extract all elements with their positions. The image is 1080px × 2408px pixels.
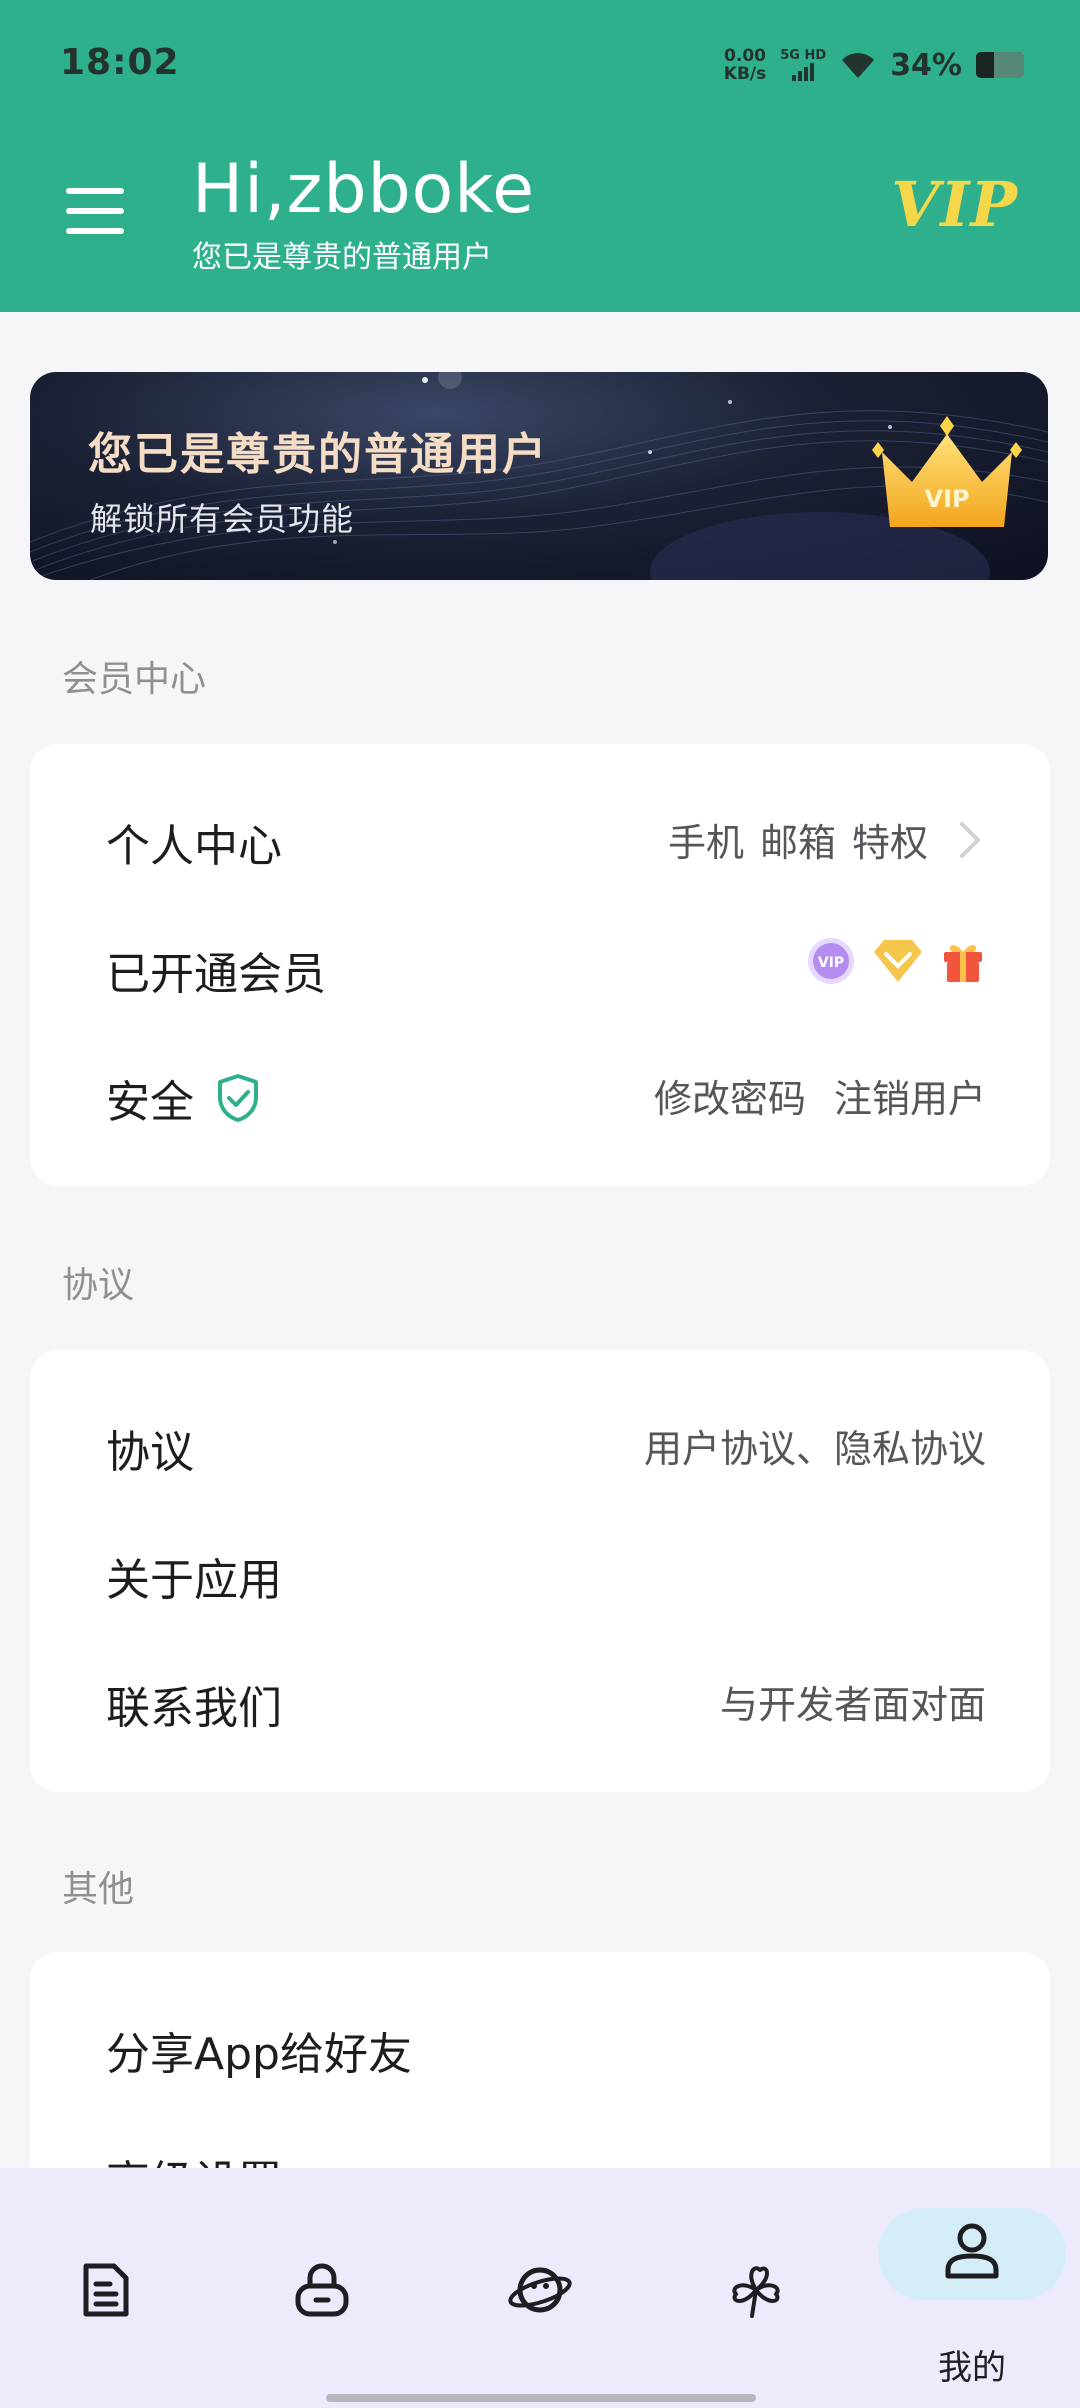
row-contact-us[interactable]: 联系我们 与开发者面对面: [30, 1632, 1050, 1760]
row-contact-us-value: 与开发者面对面: [719, 1683, 986, 1727]
crown-icon: VIP: [872, 416, 1022, 527]
network-type: 5G HD: [780, 48, 827, 63]
home-indicator[interactable]: [326, 2394, 756, 2402]
nav-tab-planet[interactable]: [440, 2168, 640, 2408]
row-personal-center[interactable]: 个人中心 手机 邮箱 特权: [30, 770, 1050, 898]
network-speed-unit: KB/s: [723, 64, 767, 84]
row-personal-center-label: 个人中心: [106, 821, 282, 872]
vip-logo[interactable]: VIP: [891, 168, 1018, 241]
row-contact-us-label: 联系我们: [106, 1683, 282, 1734]
nav-tab-documents[interactable]: [6, 2168, 206, 2408]
banner-title: 您已是尊贵的普通用户: [88, 429, 548, 480]
personal-value-privilege: 特权: [851, 821, 928, 865]
row-share-app-label: 分享App给好友: [106, 2029, 412, 2080]
personal-value-email: 邮箱: [759, 821, 836, 865]
battery-icon: [976, 52, 1024, 78]
nav-tab-mine-label: 我的: [938, 2348, 1006, 2388]
row-share-app[interactable]: 分享App给好友: [30, 1978, 1050, 2106]
gift-icon: [944, 945, 982, 982]
agreement-card: 协议 用户协议、隐私协议 关于应用 联系我们 与开发者面对面: [30, 1350, 1050, 1792]
greeting-subtitle: 您已是尊贵的普通用户: [192, 240, 492, 275]
row-advanced-settings[interactable]: 高级设置: [30, 2106, 1050, 2172]
network-speed-value: 0.00: [724, 46, 766, 66]
content: 您已是尊贵的普通用户 解锁所有会员功能 VIP 会员中心 个人中心 手机 邮箱 …: [0, 312, 1080, 2172]
membership-banner[interactable]: 您已是尊贵的普通用户 解锁所有会员功能 VIP: [30, 372, 1048, 580]
status-time: 18:02: [60, 42, 180, 83]
header: 18:02 0.00 KB/s 5G HD 34% Hi,zbboke 您已是尊…: [0, 0, 1080, 312]
planet-icon: [508, 2267, 572, 2313]
status-icons: 0.00 KB/s 5G HD 34%: [724, 40, 1024, 90]
row-security-values: 修改密码 注销用户: [654, 1068, 986, 1123]
network-speed: 0.00 KB/s: [724, 47, 766, 83]
screen: 18:02 0.00 KB/s 5G HD 34% Hi,zbboke 您已是尊…: [0, 0, 1080, 2408]
membership-badges: VIP: [806, 936, 986, 986]
nav-tab-mine[interactable]: 我的: [872, 2168, 1072, 2408]
other-card: 分享App给好友 高级设置: [30, 1952, 1050, 2172]
row-agreement-value: 用户协议、隐私协议: [643, 1427, 986, 1471]
crown-vip-label: VIP: [924, 485, 969, 513]
vip-badge-label: VIP: [818, 955, 844, 971]
row-personal-center-values: 手机 邮箱 特权: [668, 812, 986, 867]
row-about-app-label: 关于应用: [106, 1555, 282, 1606]
status-bar: 18:02 0.00 KB/s 5G HD 34%: [0, 0, 1080, 120]
greeting-title: Hi,zbboke: [192, 150, 536, 229]
chevron-right-icon: [960, 821, 981, 858]
bottom-navigation: 我的: [0, 2168, 1080, 2408]
section-title-other: 其他: [62, 1869, 135, 1910]
row-about-app[interactable]: 关于应用: [30, 1504, 1050, 1632]
row-membership-label: 已开通会员: [106, 949, 326, 1000]
nav-tab-clover[interactable]: [656, 2168, 856, 2408]
row-agreement-label: 协议: [106, 1427, 194, 1478]
shield-check-icon: [218, 1074, 258, 1122]
vip-badge-icon: VIP: [808, 938, 854, 984]
document-icon: [83, 2263, 129, 2317]
row-membership[interactable]: 已开通会员 VIP: [30, 898, 1050, 1026]
row-security-label: 安全: [106, 1077, 194, 1128]
section-title-member-center: 会员中心: [62, 659, 207, 700]
wifi-icon: [842, 53, 875, 78]
personal-value-phone: 手机: [667, 821, 744, 865]
row-agreement[interactable]: 协议 用户协议、隐私协议: [30, 1376, 1050, 1504]
battery-percent: 34%: [890, 47, 962, 83]
user-icon: [945, 2223, 999, 2279]
security-delete-account[interactable]: 注销用户: [834, 1068, 986, 1123]
diamond-icon: [874, 940, 922, 982]
section-title-agreement: 协议: [62, 1265, 135, 1306]
member-center-card: 个人中心 手机 邮箱 特权 已开通会员 VIP 安全 修改密码 注销用户: [30, 744, 1050, 1186]
nav-tab-lock[interactable]: [222, 2168, 422, 2408]
menu-button[interactable]: [66, 188, 124, 234]
cellular-signal-icon: 5G HD: [780, 49, 826, 81]
banner-subtitle: 解锁所有会员功能: [90, 500, 355, 538]
clover-icon: [732, 2266, 780, 2318]
security-change-password[interactable]: 修改密码: [654, 1068, 806, 1123]
vip-logo-text: VIP: [891, 168, 1018, 241]
lock-icon: [295, 2263, 349, 2317]
row-security[interactable]: 安全 修改密码 注销用户: [30, 1026, 1050, 1154]
